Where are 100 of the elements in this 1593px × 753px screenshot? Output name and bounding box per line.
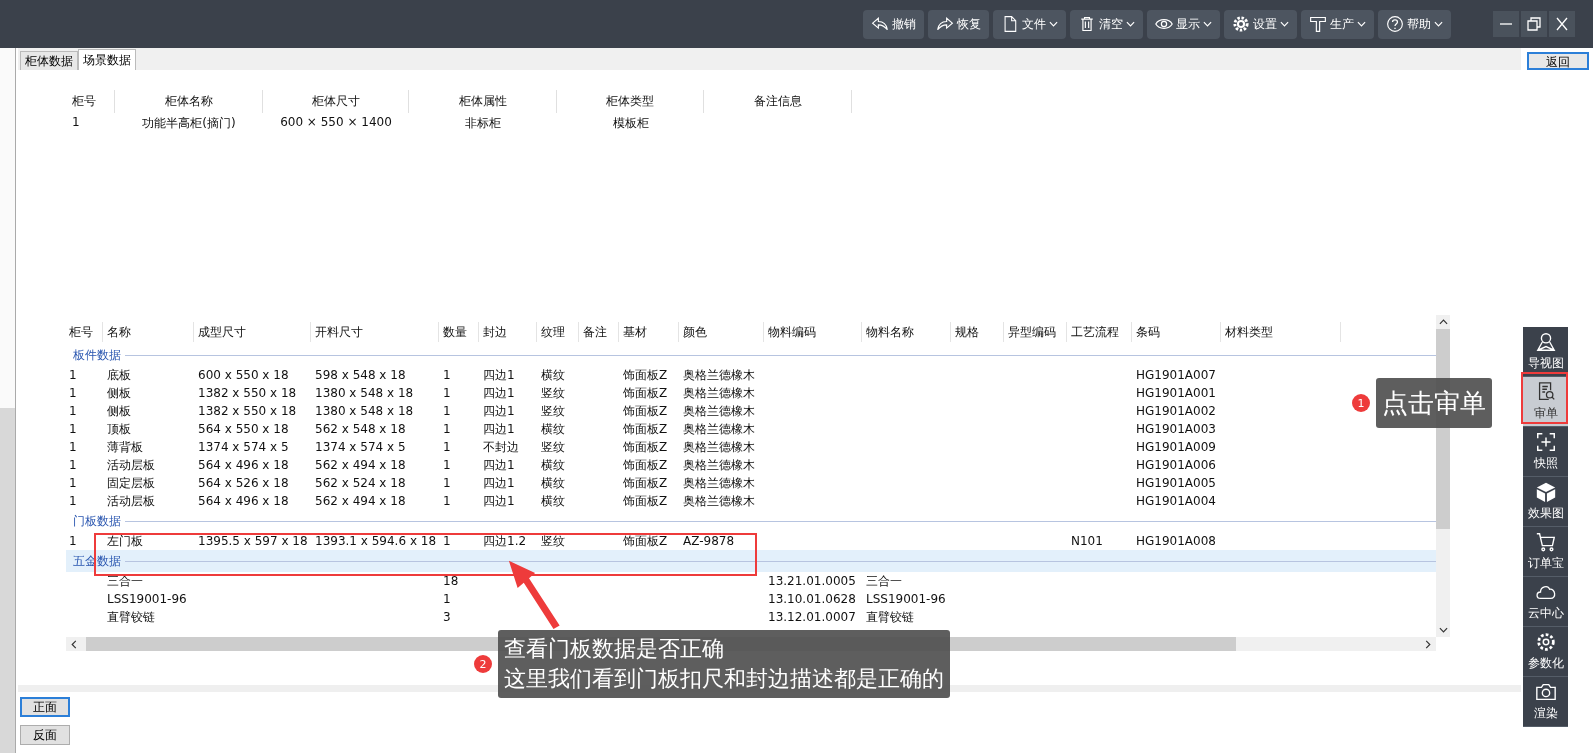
view-button[interactable]: 反面 <box>20 725 70 745</box>
undo-icon <box>871 15 889 33</box>
table-cell: 饰面板Z <box>623 439 668 454</box>
section-title: 门板数据 <box>73 512 121 530</box>
table-cell: 侧板 <box>107 385 131 400</box>
scroll-down-icon[interactable] <box>1438 627 1448 633</box>
table-cell: 直臂铰链 <box>866 609 914 624</box>
settings-icon <box>1534 631 1557 653</box>
sidebar-button[interactable]: 审单 <box>1523 377 1568 427</box>
table-cell: 四边1 <box>483 475 515 490</box>
table-cell: 奥格兰德橡木 <box>683 403 755 418</box>
snapshot-icon <box>1534 431 1557 453</box>
cube-icon <box>1534 481 1557 503</box>
table-cell: 四边1 <box>483 385 515 400</box>
view-button[interactable]: 正面 <box>20 697 70 717</box>
table-cell: 1 <box>443 494 451 508</box>
table-cell: 四边1 <box>483 457 515 472</box>
table-cell: HG1901A004 <box>1136 494 1216 508</box>
toolbar-button[interactable]: 生产 <box>1301 9 1374 39</box>
table-cell: 活动层板 <box>107 493 155 508</box>
table-cell: 饰面板Z <box>623 367 668 382</box>
table-cell: 固定层板 <box>107 475 155 490</box>
table-cell: 598 x 548 x 18 <box>315 368 406 382</box>
table-cell: 底板 <box>107 367 131 382</box>
map-pin-icon <box>1534 331 1557 353</box>
table-cell: 1393.1 x 594.6 x 18 <box>315 534 437 548</box>
minimize-icon[interactable] <box>1493 11 1519 37</box>
tab[interactable]: 柜体数据 <box>20 51 78 70</box>
close-icon[interactable] <box>1549 11 1575 37</box>
file-icon <box>1001 15 1019 33</box>
table-cell: 564 x 526 x 18 <box>198 476 289 490</box>
tab[interactable]: 场景数据 <box>78 49 136 70</box>
column-header: 数量 <box>439 322 479 342</box>
toolbar-button[interactable]: 显示 <box>1147 9 1220 39</box>
table-cell: 1 <box>69 476 77 490</box>
table-cell: 1 <box>443 440 451 454</box>
help-icon <box>1386 15 1404 33</box>
table-cell: 1 <box>443 422 451 436</box>
table-cell: 3 <box>443 610 451 624</box>
table-cell: 13.12.01.0007 <box>768 610 856 624</box>
trash-icon <box>1078 15 1096 33</box>
table-cell: 四边1.2 <box>483 533 527 548</box>
table-cell: 饰面板Z <box>623 403 668 418</box>
table-cell: 1 <box>69 386 77 400</box>
toolbar-button[interactable]: 文件 <box>993 9 1066 39</box>
step-number: 1 <box>1352 394 1370 412</box>
table-cell: 竖纹 <box>541 439 565 454</box>
table-cell: LSS19001-96 <box>107 592 187 606</box>
toolbar-button[interactable]: 撤销 <box>863 9 924 39</box>
scroll-left-icon[interactable] <box>71 639 77 649</box>
table-cell: 13.10.01.0628 <box>768 592 856 606</box>
toolbar-button[interactable]: 清空 <box>1070 9 1143 39</box>
redo-icon <box>936 15 954 33</box>
table-cell: 不封边 <box>483 439 519 454</box>
table-cell: 1 <box>69 422 77 436</box>
back-button[interactable]: 返回 <box>1527 52 1589 70</box>
table-cell: HG1901A008 <box>1136 534 1216 548</box>
table-cell: AZ-9878 <box>683 534 735 548</box>
column-header: 材料类型 <box>1221 322 1341 342</box>
table-cell: 四边1 <box>483 493 515 508</box>
table-cell: 奥格兰德橡木 <box>683 385 755 400</box>
table-cell: 横纹 <box>541 493 565 508</box>
column-header: 柜体属性 <box>409 90 557 113</box>
table-cell: N101 <box>1071 534 1103 548</box>
table-cell: 三合一 <box>866 573 902 588</box>
table-cell: 600 x 550 x 18 <box>198 368 289 382</box>
table-cell: 饰面板Z <box>623 475 668 490</box>
column-header: 柜体类型 <box>557 90 704 113</box>
caret-icon <box>1434 21 1443 27</box>
table-cell: 左门板 <box>107 533 143 548</box>
table-cell: 奥格兰德橡木 <box>683 367 755 382</box>
table-cell: 顶板 <box>107 421 131 436</box>
column-header: 异型编码 <box>1004 322 1067 342</box>
restore-icon[interactable] <box>1521 11 1547 37</box>
table-cell: 饰面板Z <box>623 533 668 548</box>
table-cell: 1 <box>443 458 451 472</box>
table-cell: 1380 x 548 x 18 <box>315 404 414 418</box>
column-header: 基材 <box>619 322 679 342</box>
table-cell: 竖纹 <box>541 385 565 400</box>
toolbar-button[interactable]: 设置 <box>1224 9 1297 39</box>
scroll-up-icon[interactable] <box>1438 319 1448 325</box>
column-header: 物料编码 <box>764 322 862 342</box>
table-cell: 饰面板Z <box>623 385 668 400</box>
table-cell: 侧板 <box>107 403 131 418</box>
table-cell: 1395.5 x 597 x 18 <box>198 534 308 548</box>
column-header: 柜体名称 <box>115 90 263 113</box>
table-cell: HG1901A001 <box>1136 386 1216 400</box>
table-cell: 1382 x 550 x 18 <box>198 404 297 418</box>
column-header: 备注信息 <box>704 90 852 113</box>
scroll-right-icon[interactable] <box>1425 639 1431 649</box>
toolbar-button[interactable]: 帮助 <box>1378 9 1451 39</box>
toolbar-button[interactable]: 恢复 <box>928 9 989 39</box>
column-header: 物料名称 <box>862 322 951 342</box>
column-header: 柜体尺寸 <box>263 90 409 113</box>
table-cell: 竖纹 <box>541 403 565 418</box>
table-cell: 横纹 <box>541 421 565 436</box>
table-cell: 564 x 496 x 18 <box>198 494 289 508</box>
callout-text: 点击审单 <box>1382 386 1486 420</box>
caret-icon <box>1280 21 1289 27</box>
table-cell: 1 <box>69 368 77 382</box>
